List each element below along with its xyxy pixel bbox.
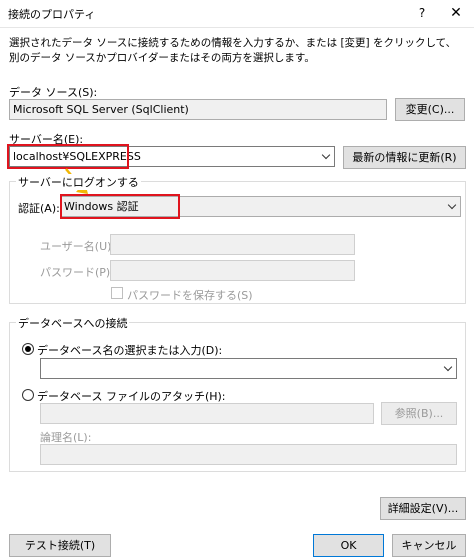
logical-name-label: 論理名(L): xyxy=(40,431,92,444)
description-text: 選択されたデータ ソースに接続するための情報を入力するか、または [変更] をク… xyxy=(9,37,457,64)
logon-group-title: サーバーにログオンする xyxy=(16,174,141,190)
database-group-title: データベースへの接続 xyxy=(16,315,130,331)
save-password-checkbox[interactable] xyxy=(111,287,123,299)
browse-button[interactable]: 参照(B)... xyxy=(381,402,457,425)
select-database-label: データベース名の選択または入力(D): xyxy=(37,344,223,357)
password-input[interactable] xyxy=(110,260,355,281)
chevron-down-icon[interactable] xyxy=(443,197,460,216)
chevron-down-icon[interactable] xyxy=(439,359,456,378)
logical-name-input[interactable] xyxy=(40,444,457,465)
save-password-label: パスワードを保存する(S) xyxy=(127,289,253,302)
change-button[interactable]: 変更(C)... xyxy=(395,98,465,121)
help-button[interactable]: ? xyxy=(410,3,434,23)
test-connection-button[interactable]: テスト接続(T) xyxy=(9,534,111,557)
username-input[interactable] xyxy=(110,234,355,255)
advanced-button[interactable]: 詳細設定(V)... xyxy=(380,497,466,520)
username-label: ユーザー名(U): xyxy=(40,240,116,253)
attach-database-label: データベース ファイルのアタッチ(H): xyxy=(37,390,226,403)
ok-button[interactable]: OK xyxy=(313,534,384,557)
auth-label: 認証(A): xyxy=(18,202,60,215)
auth-highlight xyxy=(60,194,180,219)
attach-file-input[interactable] xyxy=(40,403,374,424)
window-title: 接続のプロパティ xyxy=(8,8,96,21)
data-source-label: データ ソース(S): xyxy=(9,86,98,99)
refresh-button[interactable]: 最新の情報に更新(R) xyxy=(343,146,466,169)
data-source-field: Microsoft SQL Server (SqlClient) xyxy=(9,99,387,120)
database-name-combo[interactable] xyxy=(40,358,457,379)
chevron-down-icon[interactable] xyxy=(317,147,334,166)
select-database-radio[interactable] xyxy=(22,343,34,355)
attach-database-radio[interactable] xyxy=(22,389,34,401)
close-button[interactable]: ✕ xyxy=(444,3,468,23)
cancel-button[interactable]: キャンセル xyxy=(392,534,466,557)
password-label: パスワード(P): xyxy=(40,266,114,279)
